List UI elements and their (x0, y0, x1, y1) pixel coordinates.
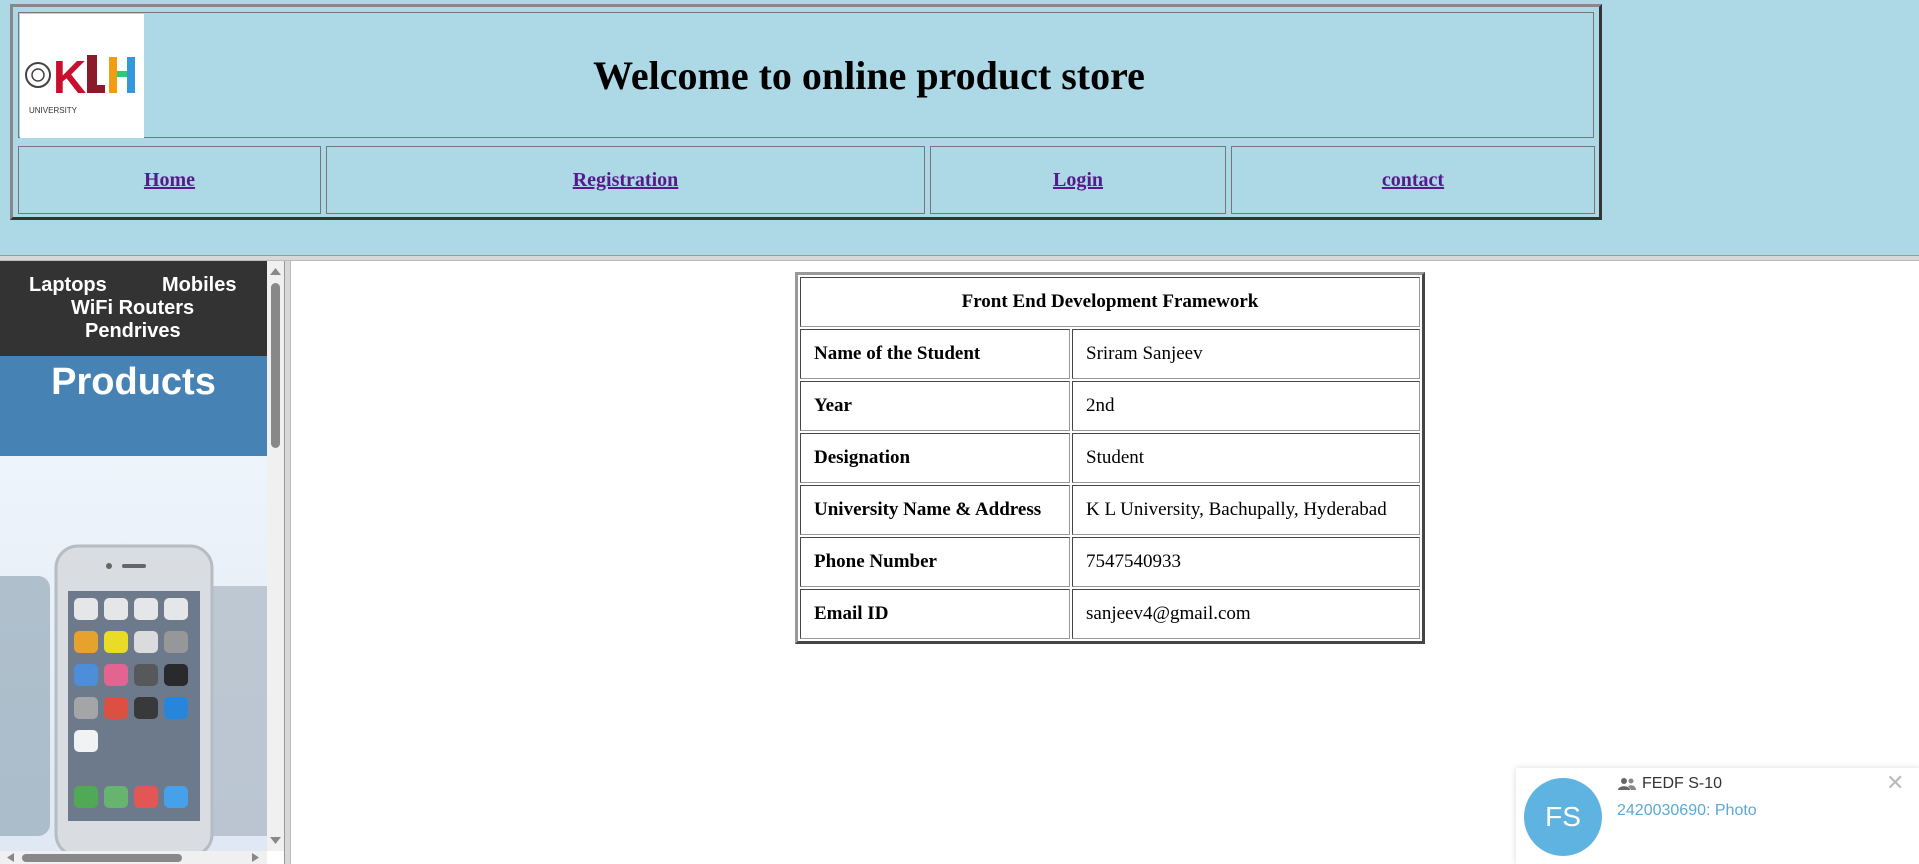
table-row: Name of the Student Sriram Sanjeev (800, 329, 1420, 379)
phones-illustration-icon (0, 544, 267, 851)
student-details-table: Front End Development Framework Name of … (795, 272, 1425, 644)
scroll-down-arrow-icon[interactable] (267, 835, 284, 847)
svg-text:K: K (53, 51, 86, 103)
notification-message: 2420030690: Photo (1617, 802, 1757, 819)
scroll-right-arrow-icon[interactable] (250, 851, 262, 864)
row-label: Year (800, 381, 1070, 431)
row-value: 2nd (1072, 381, 1420, 431)
klh-logo-icon: K UNIVERSITY (25, 51, 135, 115)
nav-link-home[interactable]: Home (144, 169, 195, 192)
horizontal-scroll-thumb[interactable] (22, 854, 182, 862)
close-icon[interactable]: ✕ (1886, 770, 1904, 796)
university-logo: K UNIVERSITY (20, 14, 144, 138)
sidebar-frame: Laptops Mobiles WiFi Routers Pendrives P… (0, 261, 291, 864)
row-label: Phone Number (800, 537, 1070, 587)
logo-subtext: UNIVERSITY (29, 106, 78, 115)
row-label: Designation (800, 433, 1070, 483)
nav-link-registration[interactable]: Registration (573, 169, 679, 192)
row-label: Email ID (800, 589, 1070, 639)
table-row: Phone Number 7547540933 (800, 537, 1420, 587)
nav-cell-contact: contact (1231, 146, 1595, 214)
group-icon (1618, 778, 1636, 790)
nav-link-login[interactable]: Login (1053, 169, 1103, 192)
table-row: Year 2nd (800, 381, 1420, 431)
table-row: Designation Student (800, 433, 1420, 483)
header-table: K UNIVERSITY Welcome to online product s… (10, 4, 1602, 220)
scroll-left-arrow-icon[interactable] (4, 851, 16, 864)
row-value: sanjeev4@gmail.com (1072, 589, 1420, 639)
side-link-laptops[interactable]: Laptops (29, 274, 107, 297)
row-value: K L University, Bachupally, Hyderabad (1072, 485, 1420, 535)
notification-group-name: FEDF S-10 (1642, 775, 1723, 792)
row-label: Name of the Student (800, 329, 1070, 379)
sidebar-vertical-scrollbar[interactable] (267, 261, 284, 851)
phones-image (0, 456, 267, 851)
notification-group: FEDF S-10 (1618, 775, 1722, 793)
side-link-mobiles[interactable]: Mobiles (162, 274, 236, 297)
row-label: University Name & Address (800, 485, 1070, 535)
row-value: Student (1072, 433, 1420, 483)
side-link-pendrives[interactable]: Pendrives (85, 320, 181, 343)
sidebar-horizontal-scrollbar[interactable] (0, 851, 267, 864)
page-title: Welcome to online product store (593, 52, 1145, 98)
table-row: Email ID sanjeev4@gmail.com (800, 589, 1420, 639)
side-link-wifi-routers[interactable]: WiFi Routers (71, 297, 194, 320)
row-value: 7547540933 (1072, 537, 1420, 587)
chat-notification[interactable]: FS FEDF S-10 2420030690: Photo ✕ (1516, 768, 1919, 864)
row-value: Sriram Sanjeev (1072, 329, 1420, 379)
nav-cell-login: Login (930, 146, 1226, 214)
nav-link-contact[interactable]: contact (1382, 169, 1444, 192)
vertical-scroll-thumb[interactable] (271, 283, 280, 448)
side-menu: Laptops Mobiles WiFi Routers Pendrives (0, 261, 267, 356)
frame-vertical-divider[interactable] (284, 261, 291, 864)
table-heading: Front End Development Framework (800, 277, 1420, 327)
avatar: FS (1524, 778, 1602, 856)
nav-cell-home: Home (18, 146, 321, 214)
table-row: Front End Development Framework (800, 277, 1420, 327)
scroll-up-arrow-icon[interactable] (267, 265, 284, 277)
header-frame: K UNIVERSITY Welcome to online product s… (0, 0, 1919, 255)
products-banner: Products (0, 356, 267, 456)
table-row: University Name & Address K L University… (800, 485, 1420, 535)
nav-cell-registration: Registration (326, 146, 925, 214)
